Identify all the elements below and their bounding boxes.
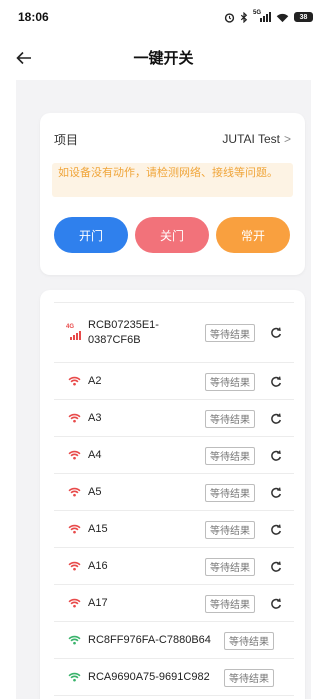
wifi-red-icon bbox=[66, 596, 82, 610]
wifi-green-icon bbox=[66, 670, 82, 684]
cellular-4g-icon: 4G bbox=[66, 323, 82, 340]
device-name-line: A16 bbox=[88, 559, 108, 572]
device-name-line: 0387CF6B bbox=[88, 333, 141, 346]
device-row: A17 等待结果 bbox=[54, 585, 294, 622]
device-name-line: A5 bbox=[88, 485, 102, 498]
status-badge: 等待结果 bbox=[205, 594, 255, 613]
device-name-line: A17 bbox=[88, 596, 108, 609]
status-badge: 等待结果 bbox=[205, 483, 255, 502]
device-row: A15 等待结果 bbox=[54, 511, 294, 548]
device-name: RCB07235E1- 0387CF6B bbox=[88, 318, 159, 348]
wifi-red-icon bbox=[66, 485, 82, 499]
refresh-icon[interactable] bbox=[269, 523, 283, 537]
device-name: A16 bbox=[88, 559, 108, 574]
nav-bar: 一键开关 bbox=[0, 34, 327, 80]
wifi-status-icon bbox=[276, 13, 289, 22]
wifi-red-icon bbox=[66, 522, 82, 536]
close-door-button[interactable]: 关门 bbox=[135, 217, 209, 253]
arrow-left-icon bbox=[16, 51, 31, 65]
project-label: 项目 bbox=[54, 132, 79, 147]
cellular-signal-icon: 5G bbox=[253, 10, 271, 22]
refresh-icon[interactable] bbox=[269, 375, 283, 389]
status-badge: 等待结果 bbox=[205, 520, 255, 539]
device-row: 4G RCB07235E1- 0387CF6B 等待结果 bbox=[54, 303, 294, 363]
wifi-red-icon bbox=[66, 411, 82, 425]
cellular-network-label: 5G bbox=[253, 10, 262, 16]
refresh-icon[interactable] bbox=[269, 560, 283, 574]
device-row: A3 等待结果 bbox=[54, 400, 294, 437]
wifi-red-icon bbox=[66, 374, 82, 388]
device-name-line: RCB07235E1- bbox=[88, 318, 159, 331]
device-name: A4 bbox=[88, 448, 101, 463]
project-value: JUTAI Test > bbox=[222, 132, 291, 146]
device-row: A16 等待结果 bbox=[54, 548, 294, 585]
status-badge: 等待结果 bbox=[205, 557, 255, 576]
device-list-card: 4G RCB07235E1- 0387CF6B 等待结果 A2 等待结果 A3 等待结果 A4 等… bbox=[40, 290, 305, 699]
device-name: A5 bbox=[88, 485, 101, 500]
wifi-green-icon bbox=[66, 633, 82, 647]
control-card: 项目 JUTAI Test > 如设备没有动作，请检测网络、接线等问题。 开门 … bbox=[40, 113, 305, 275]
device-name: RC8FF976FA-C7880B64 bbox=[88, 633, 211, 648]
open-door-button[interactable]: 开门 bbox=[54, 217, 128, 253]
device-name-line: A3 bbox=[88, 411, 102, 424]
refresh-icon[interactable] bbox=[269, 412, 283, 426]
always-open-button[interactable]: 常开 bbox=[216, 217, 290, 253]
device-name: A17 bbox=[88, 596, 108, 611]
battery-icon: 38 bbox=[294, 12, 313, 22]
action-buttons: 开门 关门 常开 bbox=[54, 217, 290, 253]
status-badge: 等待结果 bbox=[205, 324, 255, 342]
device-name-line: RCA9690A75-9691C982 bbox=[88, 670, 210, 683]
device-name-line: A4 bbox=[88, 448, 102, 461]
device-row: A2 等待结果 bbox=[54, 363, 294, 400]
status-bar: 18:06 5G 38 bbox=[0, 0, 327, 34]
refresh-icon[interactable] bbox=[269, 326, 283, 340]
refresh-icon[interactable] bbox=[269, 597, 283, 611]
refresh-icon[interactable] bbox=[269, 486, 283, 500]
battery-level: 38 bbox=[299, 13, 308, 21]
device-name: RCA9690A75-9691C982 bbox=[88, 670, 210, 685]
project-selector[interactable]: 项目 JUTAI Test > bbox=[54, 129, 291, 149]
device-row: RC8FF976FA-C7880B64 等待结果 bbox=[54, 622, 294, 659]
device-name-line: A15 bbox=[88, 522, 108, 535]
status-badge: 等待结果 bbox=[224, 668, 274, 687]
status-badge: 等待结果 bbox=[224, 631, 274, 650]
project-name: JUTAI Test bbox=[222, 132, 280, 146]
device-name: A2 bbox=[88, 374, 101, 389]
device-row: RCA9690A75-9691C982 等待结果 bbox=[54, 659, 294, 696]
bluetooth-icon bbox=[240, 11, 248, 23]
warning-notice: 如设备没有动作，请检测网络、接线等问题。 bbox=[52, 163, 293, 197]
device-row: A5 等待结果 bbox=[54, 474, 294, 511]
alarm-icon bbox=[224, 12, 235, 23]
chevron-right-icon: > bbox=[283, 132, 291, 146]
device-name: A15 bbox=[88, 522, 108, 537]
status-badge: 等待结果 bbox=[205, 372, 255, 391]
page-title: 一键开关 bbox=[133, 49, 194, 67]
device-name-line: RC8FF976FA-C7880B64 bbox=[88, 633, 211, 646]
network-type-label: 4G bbox=[66, 323, 75, 330]
device-name-line: A2 bbox=[88, 374, 102, 387]
status-badge: 等待结果 bbox=[205, 409, 255, 428]
status-icons: 5G 38 bbox=[224, 10, 313, 23]
refresh-icon[interactable] bbox=[269, 449, 283, 463]
status-badge: 等待结果 bbox=[205, 446, 255, 465]
back-button[interactable] bbox=[10, 44, 38, 72]
device-row: A4 等待结果 bbox=[54, 437, 294, 474]
wifi-red-icon bbox=[66, 448, 82, 462]
wifi-red-icon bbox=[66, 559, 82, 573]
status-time: 18:06 bbox=[18, 10, 49, 24]
device-name: A3 bbox=[88, 411, 101, 426]
